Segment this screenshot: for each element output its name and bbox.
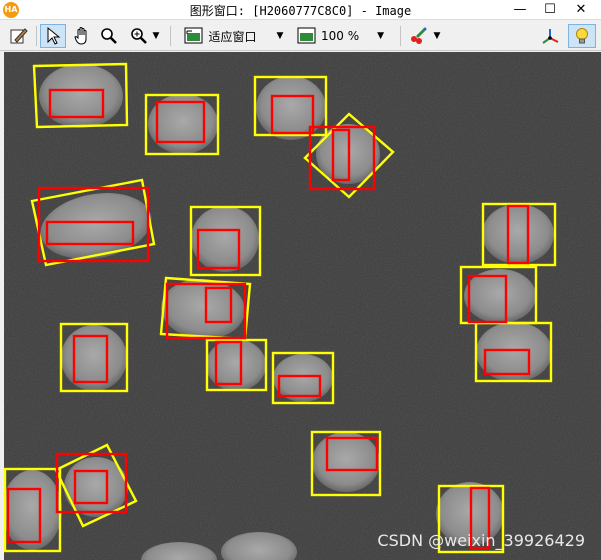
hand-icon <box>74 27 87 45</box>
toolbar-separator <box>36 26 37 46</box>
fit-window-label: 适应窗口 <box>208 29 257 44</box>
tooltip-toggle-button[interactable] <box>568 24 596 48</box>
edit-icon <box>10 28 28 44</box>
coordinate-axes-button[interactable] <box>538 24 564 48</box>
color-palette-icon <box>410 27 427 44</box>
image-display-canvas[interactable]: CSDN @weixin_39926429 <box>4 52 601 560</box>
object-blob <box>256 76 326 140</box>
minimize-button[interactable]: — <box>505 0 535 20</box>
zoom-level-value: 100 % <box>321 29 360 43</box>
toolbar: ▼ 适应窗口 ▼ 100 % ▼ ▼ <box>0 21 601 51</box>
chevron-down-icon: ▼ <box>433 31 441 41</box>
object-blob <box>482 204 554 264</box>
color-settings-button[interactable]: ▼ <box>404 24 444 48</box>
axes-icon <box>542 29 559 44</box>
object-blob <box>39 64 123 128</box>
object-blob <box>191 206 259 272</box>
title-bar: HA 图形窗口: [H2060777C8C0] - Image — ☐ ✕ <box>0 0 601 20</box>
magnify-tool-button[interactable] <box>97 24 121 48</box>
object-blob <box>273 354 333 402</box>
magnifier-icon <box>101 28 117 44</box>
lightbulb-icon <box>576 28 588 44</box>
zoom-in-icon <box>130 28 147 44</box>
toolbar-separator <box>400 26 401 46</box>
zoom-tool-button[interactable]: ▼ <box>123 24 165 48</box>
edit-button[interactable] <box>6 24 32 48</box>
fit-window-icon <box>184 27 203 44</box>
object-blob <box>4 470 62 550</box>
maximize-button[interactable]: ☐ <box>535 0 565 20</box>
chevron-down-icon: ▼ <box>276 31 284 41</box>
csdn-watermark: CSDN @weixin_39926429 <box>377 531 585 550</box>
pointer-icon <box>47 26 61 45</box>
zoom-level-dropdown[interactable]: 100 % ▼ <box>296 24 396 48</box>
toolbar-separator <box>170 26 171 46</box>
image-view <box>4 52 601 560</box>
close-button[interactable]: ✕ <box>566 0 596 20</box>
zoom-window-icon <box>297 27 316 44</box>
chevron-down-icon: ▼ <box>152 31 160 41</box>
pan-tool-button[interactable] <box>69 24 95 48</box>
object-blob <box>312 432 380 492</box>
chevron-down-icon: ▼ <box>377 31 385 41</box>
pointer-tool-button[interactable] <box>40 24 66 48</box>
fit-window-dropdown[interactable]: 适应窗口 ▼ <box>174 24 292 48</box>
